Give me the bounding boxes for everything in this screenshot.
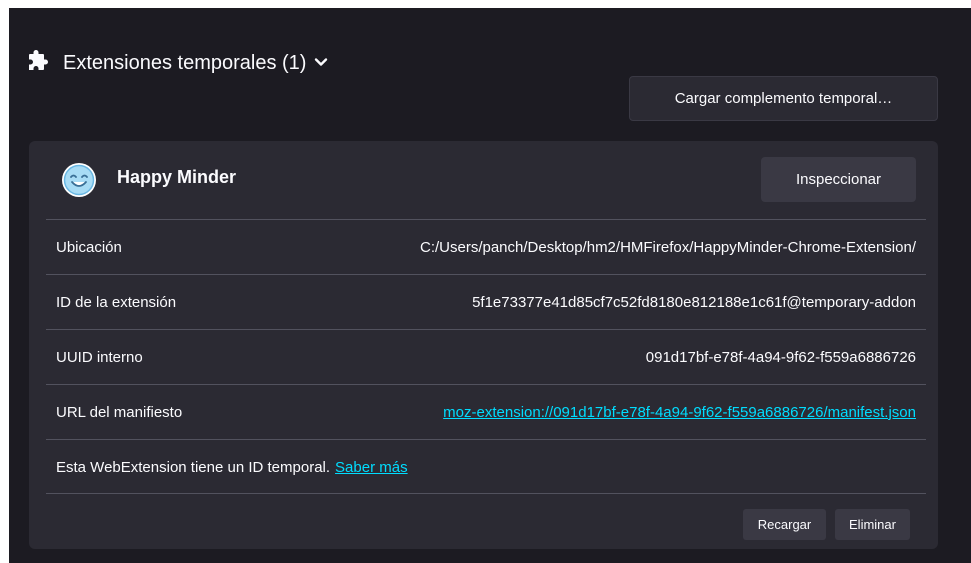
section-title: Extensiones temporales (1) [63, 51, 307, 74]
smiley-face-icon [61, 162, 97, 198]
chevron-down-icon[interactable] [314, 52, 328, 75]
location-value: C:/Users/panch/Desktop/hm2/HMFirefox/Hap… [419, 238, 916, 256]
location-label: Ubicación [56, 238, 122, 256]
internal-uuid-value: 091d17bf-e78f-4a94-9f62-f559a6886726 [645, 348, 916, 366]
temporary-id-note-row: Esta WebExtension tiene un ID temporal. … [46, 439, 926, 494]
temporary-id-note: Esta WebExtension tiene un ID temporal. [56, 458, 331, 476]
learn-more-link[interactable]: Saber más [335, 459, 408, 476]
extension-id-label: ID de la extensión [56, 293, 177, 311]
inspect-button[interactable]: Inspeccionar [761, 157, 916, 202]
puzzle-icon [27, 48, 51, 78]
remove-button[interactable]: Eliminar [835, 509, 910, 540]
internal-uuid-label: UUID interno [56, 348, 143, 366]
manifest-url-label: URL del manifiesto [56, 403, 183, 421]
section-header[interactable]: Extensiones temporales (1) [27, 48, 328, 78]
internal-uuid-row: UUID interno 091d17bf-e78f-4a94-9f62-f55… [46, 329, 926, 384]
manifest-url-row: URL del manifiesto moz-extension://091d1… [46, 384, 926, 439]
location-row: Ubicación C:/Users/panch/Desktop/hm2/HMF… [46, 219, 926, 274]
extension-id-row: ID de la extensión 5f1e73377e41d85cf7c52… [46, 274, 926, 329]
extension-card-actions: Recargar Eliminar [46, 493, 926, 549]
temporary-extensions-panel: Extensiones temporales (1) Cargar comple… [9, 8, 971, 563]
manifest-url-link[interactable]: moz-extension://091d17bf-e78f-4a94-9f62-… [443, 404, 916, 421]
load-temporary-addon-button[interactable]: Cargar complemento temporal… [629, 76, 938, 121]
extension-name: Happy Minder [117, 167, 237, 187]
extension-card: Happy Minder Inspeccionar Ubicación C:/U… [29, 141, 938, 549]
reload-button[interactable]: Recargar [743, 509, 826, 540]
extension-id-value: 5f1e73377e41d85cf7c52fd8180e812188e1c61f… [472, 293, 916, 311]
extension-card-header: Happy Minder Inspeccionar [29, 141, 938, 219]
